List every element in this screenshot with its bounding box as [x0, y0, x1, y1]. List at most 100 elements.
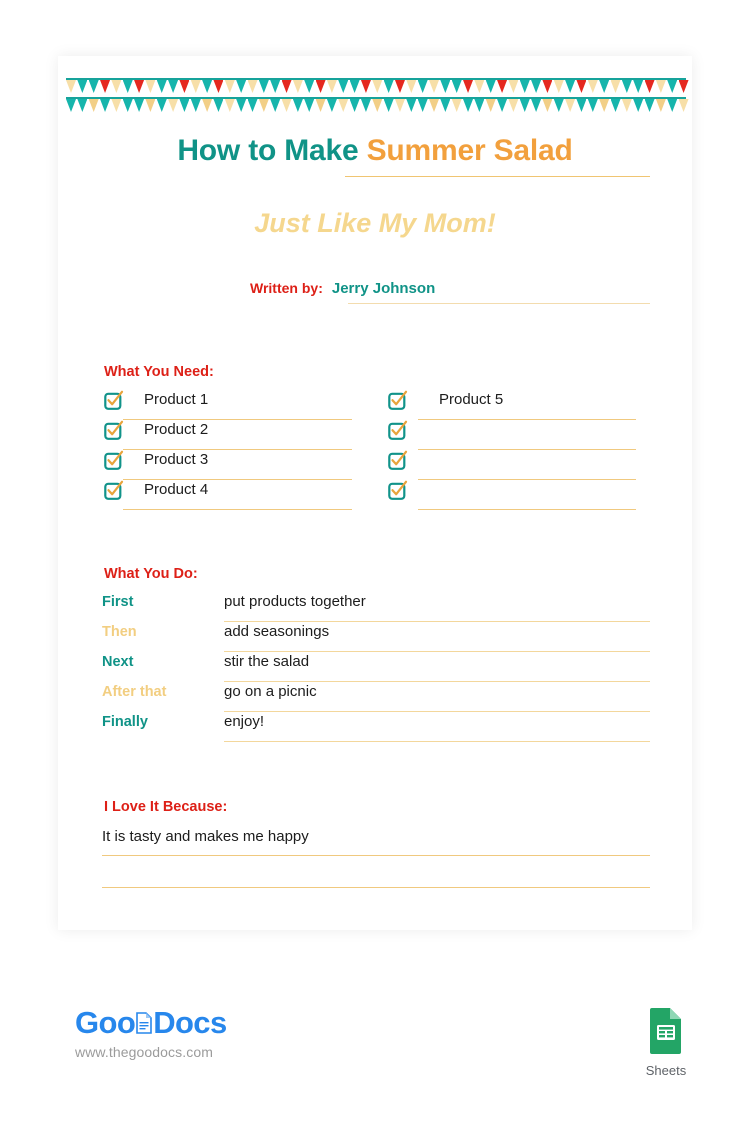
need-checkbox[interactable] — [104, 390, 124, 410]
bunting-flag — [406, 80, 417, 93]
bunting-flag — [338, 99, 349, 112]
bunting-flag — [145, 80, 156, 93]
bunting-flag — [576, 80, 587, 93]
bunting-flag — [111, 80, 122, 93]
page-subtitle[interactable]: Just Like My Mom! — [58, 208, 692, 239]
bunting-flag — [77, 80, 88, 93]
need-item-text[interactable]: Product 4 — [144, 480, 208, 500]
bunting-flag — [247, 99, 258, 112]
bunting-flag — [621, 80, 632, 93]
bunting-flag — [485, 99, 496, 112]
bunting-flag — [599, 80, 610, 93]
title-underline — [345, 176, 650, 177]
need-item-text[interactable]: Product 3 — [144, 450, 208, 470]
bunting-flag — [66, 99, 76, 112]
needs-list-right: Product 5 — [388, 390, 636, 510]
need-item-text[interactable]: Product 5 — [439, 390, 503, 410]
bunting-flag — [349, 99, 360, 112]
bunting-flag — [553, 80, 564, 93]
author-label: Written by: — [250, 280, 323, 296]
bunting-flag — [599, 99, 610, 112]
bunting-flag — [553, 99, 564, 112]
bunting-flag — [565, 80, 576, 93]
bunting-flag — [542, 99, 553, 112]
bunting-flag — [270, 99, 281, 112]
bunting-flag — [179, 80, 190, 93]
goodocs-logo-text: Goo Docs — [75, 1006, 227, 1042]
step-value[interactable]: enjoy! — [224, 712, 264, 732]
step-value[interactable]: stir the salad — [224, 652, 309, 672]
need-item-text[interactable]: Product 2 — [144, 420, 208, 440]
bunting-flag — [326, 99, 337, 112]
bunting-flag — [451, 99, 462, 112]
bunting-flag — [474, 80, 485, 93]
bunting-flag — [349, 80, 360, 93]
bunting-flag — [485, 80, 496, 93]
goodocs-logo[interactable]: Goo Docs www.thegoodocs.com — [75, 1006, 227, 1061]
bunting-row-bottom — [66, 97, 689, 114]
google-sheets-badge[interactable]: Sheets — [636, 1007, 696, 1078]
bunting-flag — [474, 99, 485, 112]
need-checkbox[interactable] — [104, 450, 124, 470]
need-item-row — [388, 420, 636, 450]
step-label: First — [102, 594, 134, 610]
title-line: How to Make Summer Salad — [58, 134, 692, 168]
needs-list-left: Product 1 Product 2 Product 3 Product 4 — [104, 390, 352, 510]
checkbox-icon — [104, 420, 124, 440]
bunting-flag — [168, 99, 179, 112]
bunting-flags-bottom — [66, 99, 689, 114]
checkbox-icon — [104, 390, 124, 410]
bunting-flag — [633, 99, 644, 112]
step-row: Next stir the salad — [102, 652, 650, 682]
bunting-flag — [304, 80, 315, 93]
bunting-flag — [258, 80, 269, 93]
bunting-flag — [463, 80, 474, 93]
needs-heading: What You Need: — [104, 364, 214, 380]
need-item-underline — [418, 509, 636, 510]
step-label: After that — [102, 684, 167, 700]
bunting-row-top — [66, 78, 689, 95]
checkbox-icon — [104, 450, 124, 470]
need-checkbox[interactable] — [104, 480, 124, 500]
checkbox-icon — [388, 390, 408, 410]
bunting-flag — [66, 80, 76, 93]
bunting-flag — [281, 80, 292, 93]
bunting-flag — [610, 80, 621, 93]
bunting-flag — [168, 80, 179, 93]
bunting-flag — [633, 80, 644, 93]
need-item-row: Product 5 — [388, 390, 636, 420]
because-text[interactable]: It is tasty and makes me happy — [102, 826, 650, 848]
bunting-flag — [179, 99, 190, 112]
step-value[interactable]: put products together — [224, 592, 366, 612]
need-item-row: Product 4 — [104, 480, 352, 510]
need-item-text[interactable]: Product 1 — [144, 390, 208, 410]
need-checkbox[interactable] — [388, 450, 408, 470]
need-checkbox[interactable] — [388, 480, 408, 500]
bunting-flag — [417, 99, 428, 112]
goodocs-url[interactable]: www.thegoodocs.com — [75, 1044, 227, 1060]
step-row: Then add seasonings — [102, 622, 650, 652]
need-checkbox[interactable] — [388, 420, 408, 440]
bunting-flag — [587, 99, 598, 112]
bunting-flag — [383, 99, 394, 112]
need-checkbox[interactable] — [388, 390, 408, 410]
bunting-flag — [394, 80, 405, 93]
need-item-row — [388, 450, 636, 480]
bunting-flag — [667, 80, 678, 93]
because-row: It is tasty and makes me happy — [102, 826, 650, 856]
bunting-flags-top — [66, 80, 689, 95]
step-value[interactable]: go on a picnic — [224, 682, 317, 702]
bunting-flag — [406, 99, 417, 112]
bunting-flag — [655, 99, 666, 112]
step-row: First put products together — [102, 592, 650, 622]
because-row — [102, 856, 650, 888]
bunting-flag — [542, 80, 553, 93]
step-value[interactable]: add seasonings — [224, 622, 329, 642]
need-checkbox[interactable] — [104, 420, 124, 440]
title-dish[interactable]: Summer Salad — [367, 134, 573, 167]
bunting-flag — [122, 99, 133, 112]
bunting-flag — [281, 99, 292, 112]
bunting-flag — [519, 80, 530, 93]
author-name-field[interactable]: Jerry Johnson — [332, 280, 435, 297]
bunting-flag — [440, 99, 451, 112]
